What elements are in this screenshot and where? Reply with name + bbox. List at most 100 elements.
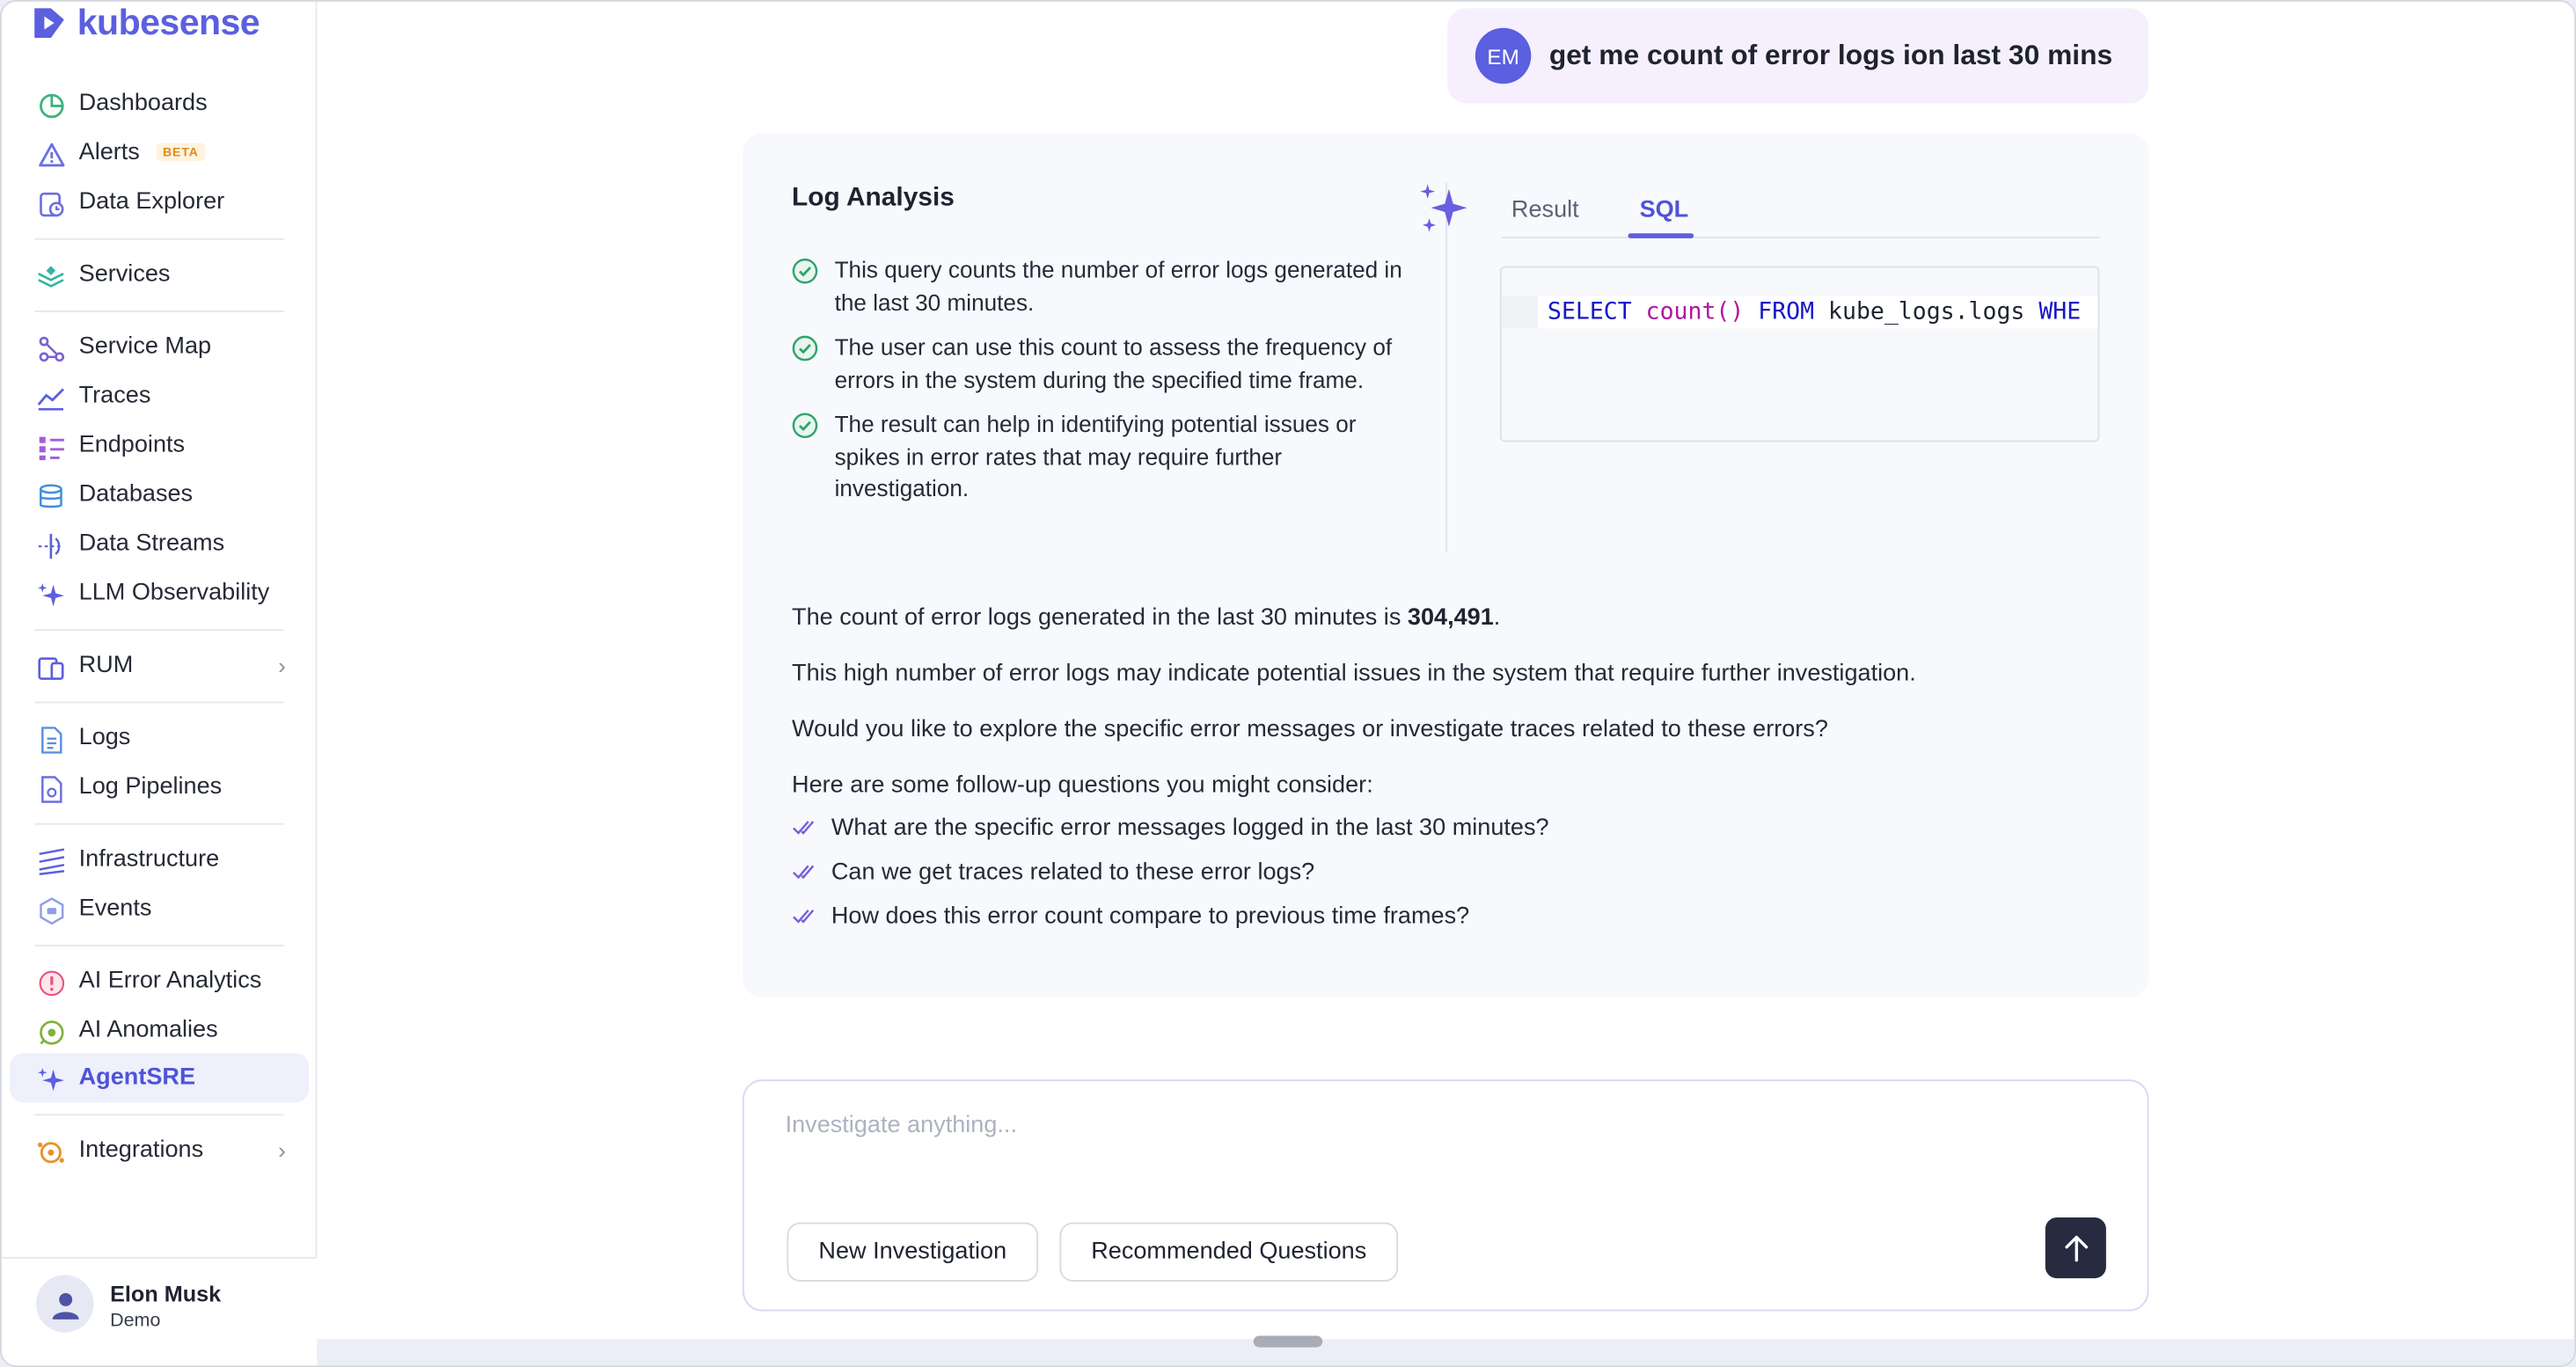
sidebar-item-rum[interactable]: RUM › bbox=[10, 640, 309, 690]
sidebar-item-data-streams[interactable]: Data Streams bbox=[10, 519, 309, 568]
double-check-icon bbox=[792, 905, 818, 935]
llm-icon bbox=[36, 580, 66, 610]
followup-question[interactable]: How does this error count compare to pre… bbox=[792, 903, 1549, 947]
sidebar-item-label: Logs bbox=[78, 724, 131, 751]
divider bbox=[34, 238, 285, 240]
sidebar-item-label: LLM Observability bbox=[78, 580, 270, 607]
followup-questions: What are the specific error messages log… bbox=[792, 815, 1549, 947]
sidebar-item-ai-anomalies[interactable]: AI Anomalies bbox=[10, 1005, 309, 1055]
sidebar-item-label: Events bbox=[78, 895, 152, 922]
sql-keyword: FROM bbox=[1758, 298, 1815, 325]
sidebar-item-alerts[interactable]: Alerts BETA bbox=[10, 128, 309, 178]
divider bbox=[34, 311, 285, 312]
sidebar-item-label: Log Pipelines bbox=[78, 773, 223, 800]
chevron-right-icon: › bbox=[278, 1137, 286, 1164]
sidebar-item-label: RUM bbox=[78, 652, 134, 679]
sidebar-item-service-map[interactable]: Service Map bbox=[10, 322, 309, 371]
send-button[interactable] bbox=[2045, 1217, 2106, 1279]
app-window: kubesense Dashboards Alerts BETA Data Exp… bbox=[0, 0, 2576, 1367]
analysis-bullet: The user can use this count to assess th… bbox=[792, 332, 1403, 396]
sidebar-item-llm-observability[interactable]: LLM Observability bbox=[10, 568, 309, 618]
recommended-questions-button[interactable]: Recommended Questions bbox=[1059, 1222, 1399, 1282]
sidebar-item-ai-error-analytics[interactable]: AI Error Analytics bbox=[10, 956, 309, 1005]
sidebar-item-agentsre[interactable]: AgentSRE bbox=[10, 1053, 310, 1103]
sidebar-item-label: Endpoints bbox=[78, 432, 186, 459]
data-streams-icon bbox=[36, 530, 66, 560]
tab-result[interactable]: Result bbox=[1511, 197, 1579, 223]
user-profile[interactable]: Elon Musk Demo bbox=[1, 1256, 318, 1366]
sql-code-line: SELECT count() FROM kube_logs.logs WHE bbox=[1501, 296, 2098, 329]
sidebar-item-label: Dashboards bbox=[78, 90, 208, 117]
divider bbox=[34, 944, 285, 947]
traces-icon bbox=[36, 383, 66, 413]
followup-text: Can we get traces related to these error… bbox=[831, 859, 1315, 886]
kubesense-logo-icon bbox=[34, 8, 64, 38]
investigate-input[interactable] bbox=[785, 1107, 2034, 1144]
sparkle-icon bbox=[1416, 182, 1472, 246]
sidebar-item-events[interactable]: Events bbox=[10, 884, 309, 933]
check-circle-icon bbox=[792, 413, 818, 448]
divider bbox=[34, 1114, 285, 1116]
sidebar-item-label: AI Anomalies bbox=[78, 1017, 218, 1044]
user-message-bubble: EM get me count of error logs ion last 3… bbox=[1447, 8, 2149, 104]
sidebar-item-log-pipelines[interactable]: Log Pipelines bbox=[10, 763, 309, 812]
analysis-bullet: The result can help in identifying poten… bbox=[792, 409, 1403, 505]
sidebar-item-label: Data Explorer bbox=[78, 188, 225, 216]
new-investigation-button[interactable]: New Investigation bbox=[787, 1222, 1039, 1282]
sidebar-item-label: AI Error Analytics bbox=[78, 968, 262, 995]
bullet-text: The result can help in identifying poten… bbox=[834, 410, 1357, 501]
sidebar-item-endpoints[interactable]: Endpoints bbox=[10, 420, 309, 470]
user-icon bbox=[51, 1292, 78, 1319]
followup-question[interactable]: What are the specific error messages log… bbox=[792, 815, 1549, 859]
sidebar-item-dashboards[interactable]: Dashboards bbox=[10, 79, 309, 128]
ai-anomalies-icon bbox=[36, 1017, 66, 1047]
agent-sre-icon bbox=[36, 1064, 66, 1094]
alert-icon bbox=[36, 140, 66, 170]
analysis-title: Log Analysis bbox=[792, 184, 955, 212]
sql-table: kube_logs.logs bbox=[1828, 298, 2025, 325]
rum-icon bbox=[36, 653, 66, 683]
sidebar-item-databases[interactable]: Databases bbox=[10, 470, 309, 519]
sidebar-item-data-explorer[interactable]: Data Explorer bbox=[10, 178, 309, 227]
dashboard-icon bbox=[36, 91, 66, 121]
sql-keyword: SELECT bbox=[1547, 298, 1632, 325]
endpoints-icon bbox=[36, 432, 66, 462]
user-name: Elon Musk bbox=[110, 1281, 222, 1306]
assistant-response-card: Log Analysis This query counts the numbe… bbox=[743, 133, 2149, 998]
answer-paragraph: This high number of error logs may indic… bbox=[792, 660, 1916, 687]
error-count-value: 304,491 bbox=[1407, 604, 1494, 632]
result-sql-tabs: Result SQL bbox=[1501, 193, 2100, 238]
answer-count-text: The count of error logs generated in the… bbox=[792, 604, 1500, 631]
followup-text: What are the specific error messages log… bbox=[831, 815, 1549, 842]
followup-text: How does this error count compare to pre… bbox=[831, 903, 1470, 931]
sidebar-item-label: Databases bbox=[78, 481, 194, 508]
sidebar: kubesense Dashboards Alerts BETA Data Exp… bbox=[1, 1, 318, 1366]
sidebar-item-services[interactable]: Services bbox=[10, 250, 309, 299]
service-map-icon bbox=[36, 333, 66, 363]
sidebar-item-infrastructure[interactable]: Infrastructure bbox=[10, 835, 309, 884]
followup-intro: Here are some follow-up questions you mi… bbox=[792, 771, 1373, 799]
followup-question[interactable]: Can we get traces related to these error… bbox=[792, 859, 1549, 903]
analysis-bullets: This query counts the number of error lo… bbox=[792, 255, 1403, 519]
services-icon bbox=[36, 261, 66, 291]
brand-name: kubesense bbox=[77, 1, 260, 43]
answer-count-prefix: The count of error logs generated in the… bbox=[792, 604, 1401, 632]
sql-code-block[interactable]: SELECT count() FROM kube_logs.logs WHE bbox=[1499, 266, 2100, 442]
sidebar-item-integrations[interactable]: Integrations › bbox=[10, 1125, 309, 1174]
resize-handle[interactable] bbox=[1253, 1335, 1323, 1348]
sql-keyword: WHE bbox=[2038, 298, 2082, 325]
sidebar-item-logs[interactable]: Logs bbox=[10, 713, 309, 763]
avatar[interactable] bbox=[36, 1275, 94, 1333]
bullet-text: The user can use this count to assess th… bbox=[834, 333, 1393, 392]
brand-logo[interactable]: kubesense bbox=[31, 2, 260, 45]
log-pipelines-icon bbox=[36, 774, 66, 804]
sidebar-item-label: AgentSRE bbox=[78, 1064, 196, 1092]
double-check-icon bbox=[792, 861, 818, 891]
ai-error-icon bbox=[36, 968, 66, 998]
chat-area: EM get me count of error logs ion last 3… bbox=[317, 1, 2575, 1366]
sidebar-item-label: Alerts bbox=[78, 139, 140, 166]
sidebar-item-label: Traces bbox=[78, 383, 151, 410]
sidebar-item-traces[interactable]: Traces bbox=[10, 371, 309, 420]
tab-sql[interactable]: SQL bbox=[1640, 197, 1689, 223]
events-icon bbox=[36, 895, 66, 925]
